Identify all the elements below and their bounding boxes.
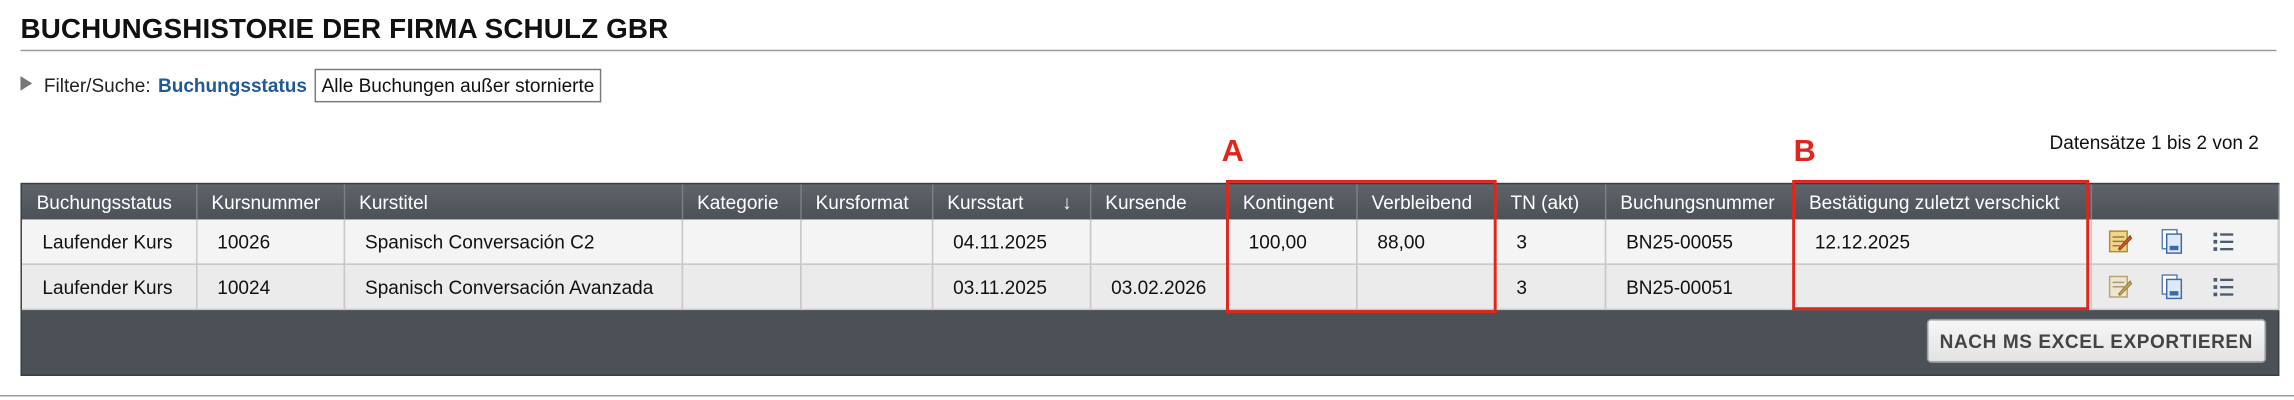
column-header-bestaetigung[interactable]: Bestätigung zuletzt verschickt <box>1793 184 2092 220</box>
cell-kursstart: 04.11.2025 <box>931 219 1091 265</box>
annotation-label-b: B <box>1793 134 1816 169</box>
cell-tn: 3 <box>1495 264 1606 311</box>
export-excel-button[interactable]: NACH MS EXCEL EXPORTIEREN <box>1926 318 2267 363</box>
column-header-actions <box>2090 184 2279 220</box>
column-header-kursende[interactable]: Kursende <box>1089 184 1229 220</box>
booking-status-select[interactable]: Alle Buchungen außer stornierte <box>314 68 602 102</box>
list-icon[interactable] <box>2210 274 2236 300</box>
title-divider <box>20 49 2277 52</box>
cell-kursnummer: 10026 <box>196 219 345 265</box>
cell-kontingent: 100,00 <box>1227 219 1357 265</box>
expand-triangle-icon[interactable] <box>20 76 33 91</box>
column-header-kontingent[interactable]: Kontingent <box>1227 184 1357 220</box>
cell-verbleibend: 88,00 <box>1356 219 1496 265</box>
page-title: BUCHUNGSHISTORIE DER FIRMA SCHULZ GBR <box>20 14 669 46</box>
cell-buchungsnummer: BN25-00051 <box>1604 264 1795 311</box>
cell-buchungsnummer: BN25-00055 <box>1604 219 1795 265</box>
cell-kurstitel: Spanisch Conversación Avanzada <box>343 264 683 311</box>
filter-label: Filter/Suche: <box>43 73 151 96</box>
record-count: Datensätze 1 bis 2 von 2 <box>2049 131 2259 154</box>
cell-status: Laufender Kurs <box>21 219 197 265</box>
list-icon[interactable] <box>2210 228 2236 254</box>
kursstart-header-label: Kursstart <box>947 190 1024 213</box>
page: BUCHUNGSHISTORIE DER FIRMA SCHULZ GBR Fi… <box>0 0 2294 399</box>
cell-actions <box>2090 219 2279 265</box>
booking-table: Buchungsstatus Kursnummer Kurstitel Kate… <box>20 182 2280 376</box>
cell-bestaetigung: 12.12.2025 <box>1793 219 2092 265</box>
cell-kursende <box>1089 219 1229 265</box>
cell-kursformat <box>800 219 933 265</box>
cell-kursstart: 03.11.2025 <box>931 264 1091 311</box>
cell-status: Laufender Kurs <box>21 264 197 311</box>
edit-note-icon[interactable] <box>2106 228 2132 254</box>
column-header-verbleibend[interactable]: Verbleibend <box>1356 184 1496 220</box>
document-copy-icon[interactable] <box>2158 228 2184 254</box>
edit-note-icon[interactable] <box>2106 274 2132 300</box>
cell-kursnummer: 10024 <box>196 264 345 311</box>
filter-status-link[interactable]: Buchungsstatus <box>158 74 307 96</box>
column-header-kursstart[interactable]: Kursstart ↓ <box>931 184 1091 220</box>
filter-bar: Filter/Suche: Buchungsstatus Alle Buchun… <box>20 67 602 102</box>
column-header-tn-akt[interactable]: TN (akt) <box>1495 184 1606 220</box>
cell-tn: 3 <box>1495 219 1606 265</box>
cell-kursformat <box>800 264 933 311</box>
cell-verbleibend <box>1356 264 1496 311</box>
annotation-label-a: A <box>1221 134 1244 169</box>
column-header-kategorie[interactable]: Kategorie <box>681 184 801 220</box>
table-row[interactable]: Laufender Kurs 10026 Spanisch Conversaci… <box>21 219 2279 265</box>
column-header-buchungsstatus[interactable]: Buchungsstatus <box>21 184 197 220</box>
cell-kurstitel: Spanisch Conversación C2 <box>343 219 683 265</box>
column-header-kursnummer[interactable]: Kursnummer <box>196 184 345 220</box>
cell-kategorie <box>681 264 801 311</box>
cell-kontingent <box>1227 264 1357 311</box>
cell-kategorie <box>681 219 801 265</box>
document-copy-icon[interactable] <box>2158 274 2184 300</box>
column-header-kursformat[interactable]: Kursformat <box>800 184 933 220</box>
cell-bestaetigung <box>1793 264 2092 311</box>
table-row[interactable]: Laufender Kurs 10024 Spanisch Conversaci… <box>21 264 2279 311</box>
bottom-divider <box>0 395 2294 397</box>
table-footer: NACH MS EXCEL EXPORTIEREN <box>21 310 2278 375</box>
sort-descending-icon[interactable]: ↓ <box>1062 191 1072 213</box>
table-header-row: Buchungsstatus Kursnummer Kurstitel Kate… <box>21 184 2279 220</box>
column-header-kurstitel[interactable]: Kurstitel <box>343 184 683 220</box>
cell-actions <box>2090 264 2279 311</box>
column-header-buchungsnummer[interactable]: Buchungsnummer <box>1604 184 1795 220</box>
cell-kursende: 03.02.2026 <box>1089 264 1229 311</box>
